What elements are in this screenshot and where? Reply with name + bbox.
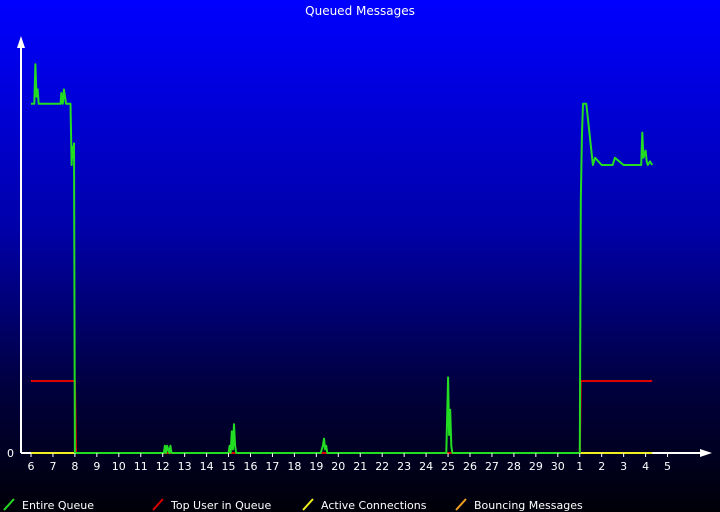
x-tick-label: 28 xyxy=(507,460,521,473)
x-axis-arrow xyxy=(700,449,712,457)
x-tick-label: 11 xyxy=(134,460,148,473)
legend-swatch-top-user-in-queue xyxy=(152,498,164,511)
x-tick-label: 3 xyxy=(620,460,627,473)
x-tick-label: 6 xyxy=(28,460,35,473)
series-line-entire-queue xyxy=(31,63,654,454)
x-tick-label: 18 xyxy=(287,460,301,473)
x-tick-label: 23 xyxy=(397,460,411,473)
x-tick-label: 30 xyxy=(551,460,565,473)
x-tick-label: 10 xyxy=(112,460,126,473)
x-tick-label: 22 xyxy=(375,460,389,473)
x-tick-label: 1 xyxy=(576,460,583,473)
x-tick-label: 9 xyxy=(93,460,100,473)
axes xyxy=(17,36,712,457)
legend-label-top-user-in-queue: Top User in Queue xyxy=(170,499,272,512)
x-tick-label: 19 xyxy=(309,460,323,473)
x-tick-label: 8 xyxy=(71,460,78,473)
x-tick-label: 25 xyxy=(441,460,455,473)
x-tick-label: 7 xyxy=(49,460,56,473)
legend-label-active-connections: Active Connections xyxy=(321,499,427,512)
x-tick-label: 21 xyxy=(353,460,367,473)
x-tick-label: 27 xyxy=(485,460,499,473)
legend-label-entire-queue: Entire Queue xyxy=(22,499,94,512)
legend-swatch-bouncing-messages xyxy=(455,498,467,511)
x-tick-label: 4 xyxy=(642,460,649,473)
y-axis-arrow xyxy=(17,36,25,48)
legend-swatch-active-connections xyxy=(302,498,314,511)
y-tick-label: 0 xyxy=(7,447,14,460)
x-tick-label: 16 xyxy=(244,460,258,473)
x-tick-label: 24 xyxy=(419,460,433,473)
x-tick-label: 26 xyxy=(463,460,477,473)
x-tick-label: 5 xyxy=(664,460,671,473)
x-tick-label: 15 xyxy=(222,460,236,473)
ticks-layer: 6 7 8 9 10 11 12 13 14 15 16 17 18 19 20 21 22 23 24 25 26 27… xyxy=(7,447,671,473)
legend: Entire Queue Top User in Queue Active Conn… xyxy=(3,498,583,512)
x-tick-label: 17 xyxy=(265,460,279,473)
legend-swatch-entire-queue xyxy=(3,498,15,511)
x-tick-label: 2 xyxy=(598,460,605,473)
x-tick-label: 12 xyxy=(156,460,170,473)
series-line-top-user-in-queue xyxy=(31,380,653,454)
legend-label-bouncing-messages: Bouncing Messages xyxy=(474,499,583,512)
x-tick-label: 29 xyxy=(529,460,543,473)
x-tick-label: 20 xyxy=(331,460,345,473)
x-tick-label: 14 xyxy=(200,460,214,473)
chart-svg: 6 7 8 9 10 11 12 13 14 15 16 17 18 19 20 21 22 23 24 25 26 27… xyxy=(3,36,712,512)
series-layer xyxy=(31,63,654,454)
x-tick-label: 13 xyxy=(178,460,192,473)
